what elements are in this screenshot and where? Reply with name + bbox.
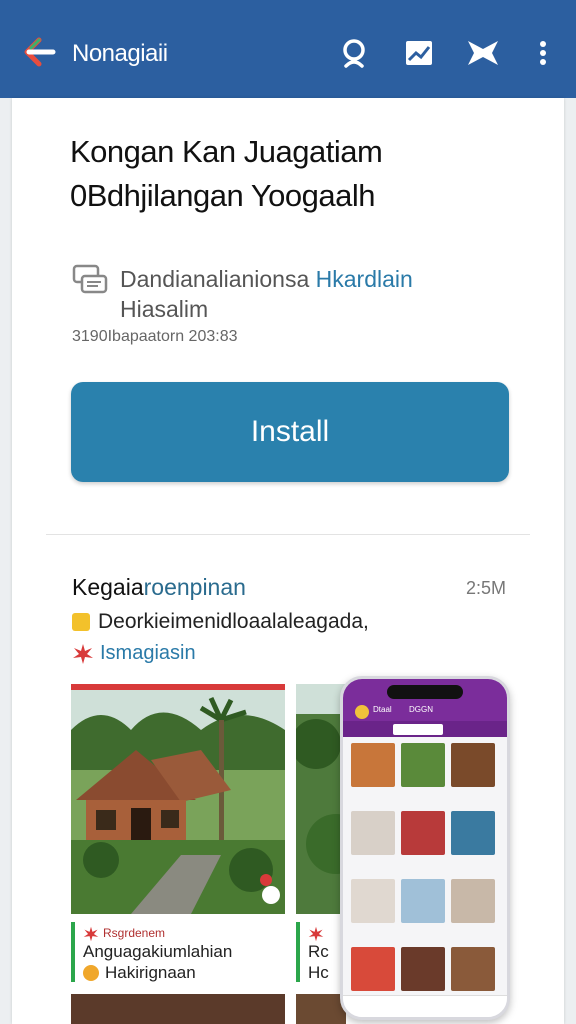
app-title-line2b: Yoogaalh (250, 178, 376, 213)
grid-tile (351, 743, 395, 787)
search-button[interactable] (338, 36, 372, 70)
grid-tile (401, 811, 445, 855)
app-bar-title: Nonagiaii (72, 40, 168, 67)
grid-tile (451, 947, 495, 991)
burst-icon (73, 643, 93, 664)
dot-icon (83, 965, 99, 981)
back-arrow-icon (24, 37, 56, 67)
house-photo (71, 690, 285, 914)
burst-icon (83, 926, 99, 942)
section-title-main: Kegaia (72, 574, 144, 600)
bookmark-button[interactable] (466, 36, 500, 70)
screenshot-1[interactable] (71, 684, 285, 914)
section-tag-row[interactable]: Ismagiasin (72, 642, 196, 665)
developer-row[interactable]: Dandianalianionsa Hkardlain Hiasalim (72, 264, 490, 324)
caption-line2: Hakirignaan (105, 963, 196, 982)
trending-icon (406, 41, 432, 65)
section-title: Kegaiaroenpinan (72, 574, 246, 601)
section-time: 2:5M (466, 578, 507, 598)
badge-icon (72, 613, 90, 631)
grid-tile (351, 879, 395, 923)
section-line2: Ismagiasin (100, 642, 196, 664)
app-bar: Nonagiaii (0, 0, 576, 98)
phone-tab-active (393, 724, 443, 735)
screenshot-2-caption: Rc Hc (296, 922, 346, 982)
search-icon (343, 39, 365, 68)
trending-button[interactable] (402, 36, 436, 70)
grid-tile (401, 947, 445, 991)
phone-app-header: DGGN (409, 705, 433, 714)
phone-mockup[interactable]: Dtaal DGGN (340, 676, 510, 1020)
screenshot-1-caption: Rsgrdenem Anguagakiumlahian Hakirignaan (71, 922, 285, 982)
developer-label: Dandianalianionsa (120, 266, 310, 292)
app-meta: 3190Ibapaatorn 203:83 (72, 328, 238, 345)
grid-tile (451, 811, 495, 855)
developer-line2: Hiasalim (120, 296, 209, 322)
grid-tile (401, 743, 445, 787)
grid-tile (351, 811, 395, 855)
phone-tabs (343, 721, 507, 737)
screenshot-4[interactable] (296, 994, 346, 1024)
divider (46, 534, 530, 535)
chat-bubbles-icon (72, 264, 108, 294)
caption-line1: Anguagakiumlahian (83, 942, 233, 961)
developer-link[interactable]: Hkardlain (316, 266, 413, 292)
grid-tile (401, 879, 445, 923)
section-line1: Deorkieimenidloaalaleagada, (98, 610, 369, 633)
caption-line2: Hc (308, 963, 329, 982)
caption-line2-row: Hakirignaan (83, 963, 196, 983)
more-vert-icon (540, 41, 546, 65)
developer-name: Dandianalianionsa Hkardlain Hiasalim (120, 264, 490, 324)
caption-tag: Rsgrdenem (103, 926, 166, 940)
section-title-accent: roenpinan (143, 574, 246, 600)
back-button[interactable] (22, 34, 58, 70)
app-title-line2: 0Bdhjilangan Yoogaalh (70, 174, 540, 218)
bookmark-icon (468, 41, 498, 65)
caption-line1: Rc (308, 942, 329, 961)
app-title-line2a: 0Bdhjilangan (70, 178, 244, 213)
burst-icon (308, 926, 324, 942)
grid-tile (451, 743, 495, 787)
phone-app-name: Dtaal (373, 705, 392, 714)
section-info-row: Deorkieimenidloaalaleagada, (72, 610, 369, 634)
install-button[interactable]: Install (71, 382, 509, 482)
app-title-line1: Kongan Kan Juagatiam (70, 134, 383, 169)
app-title: Kongan Kan Juagatiam 0Bdhjilangan Yoogaa… (70, 130, 540, 218)
phone-notch (387, 685, 463, 699)
screenshot-3[interactable] (71, 994, 285, 1024)
more-options-button[interactable] (528, 36, 558, 70)
grid-tile (351, 947, 395, 991)
grid-tile (451, 879, 495, 923)
phone-bottom-nav (343, 995, 507, 1017)
phone-app-logo (355, 705, 369, 719)
